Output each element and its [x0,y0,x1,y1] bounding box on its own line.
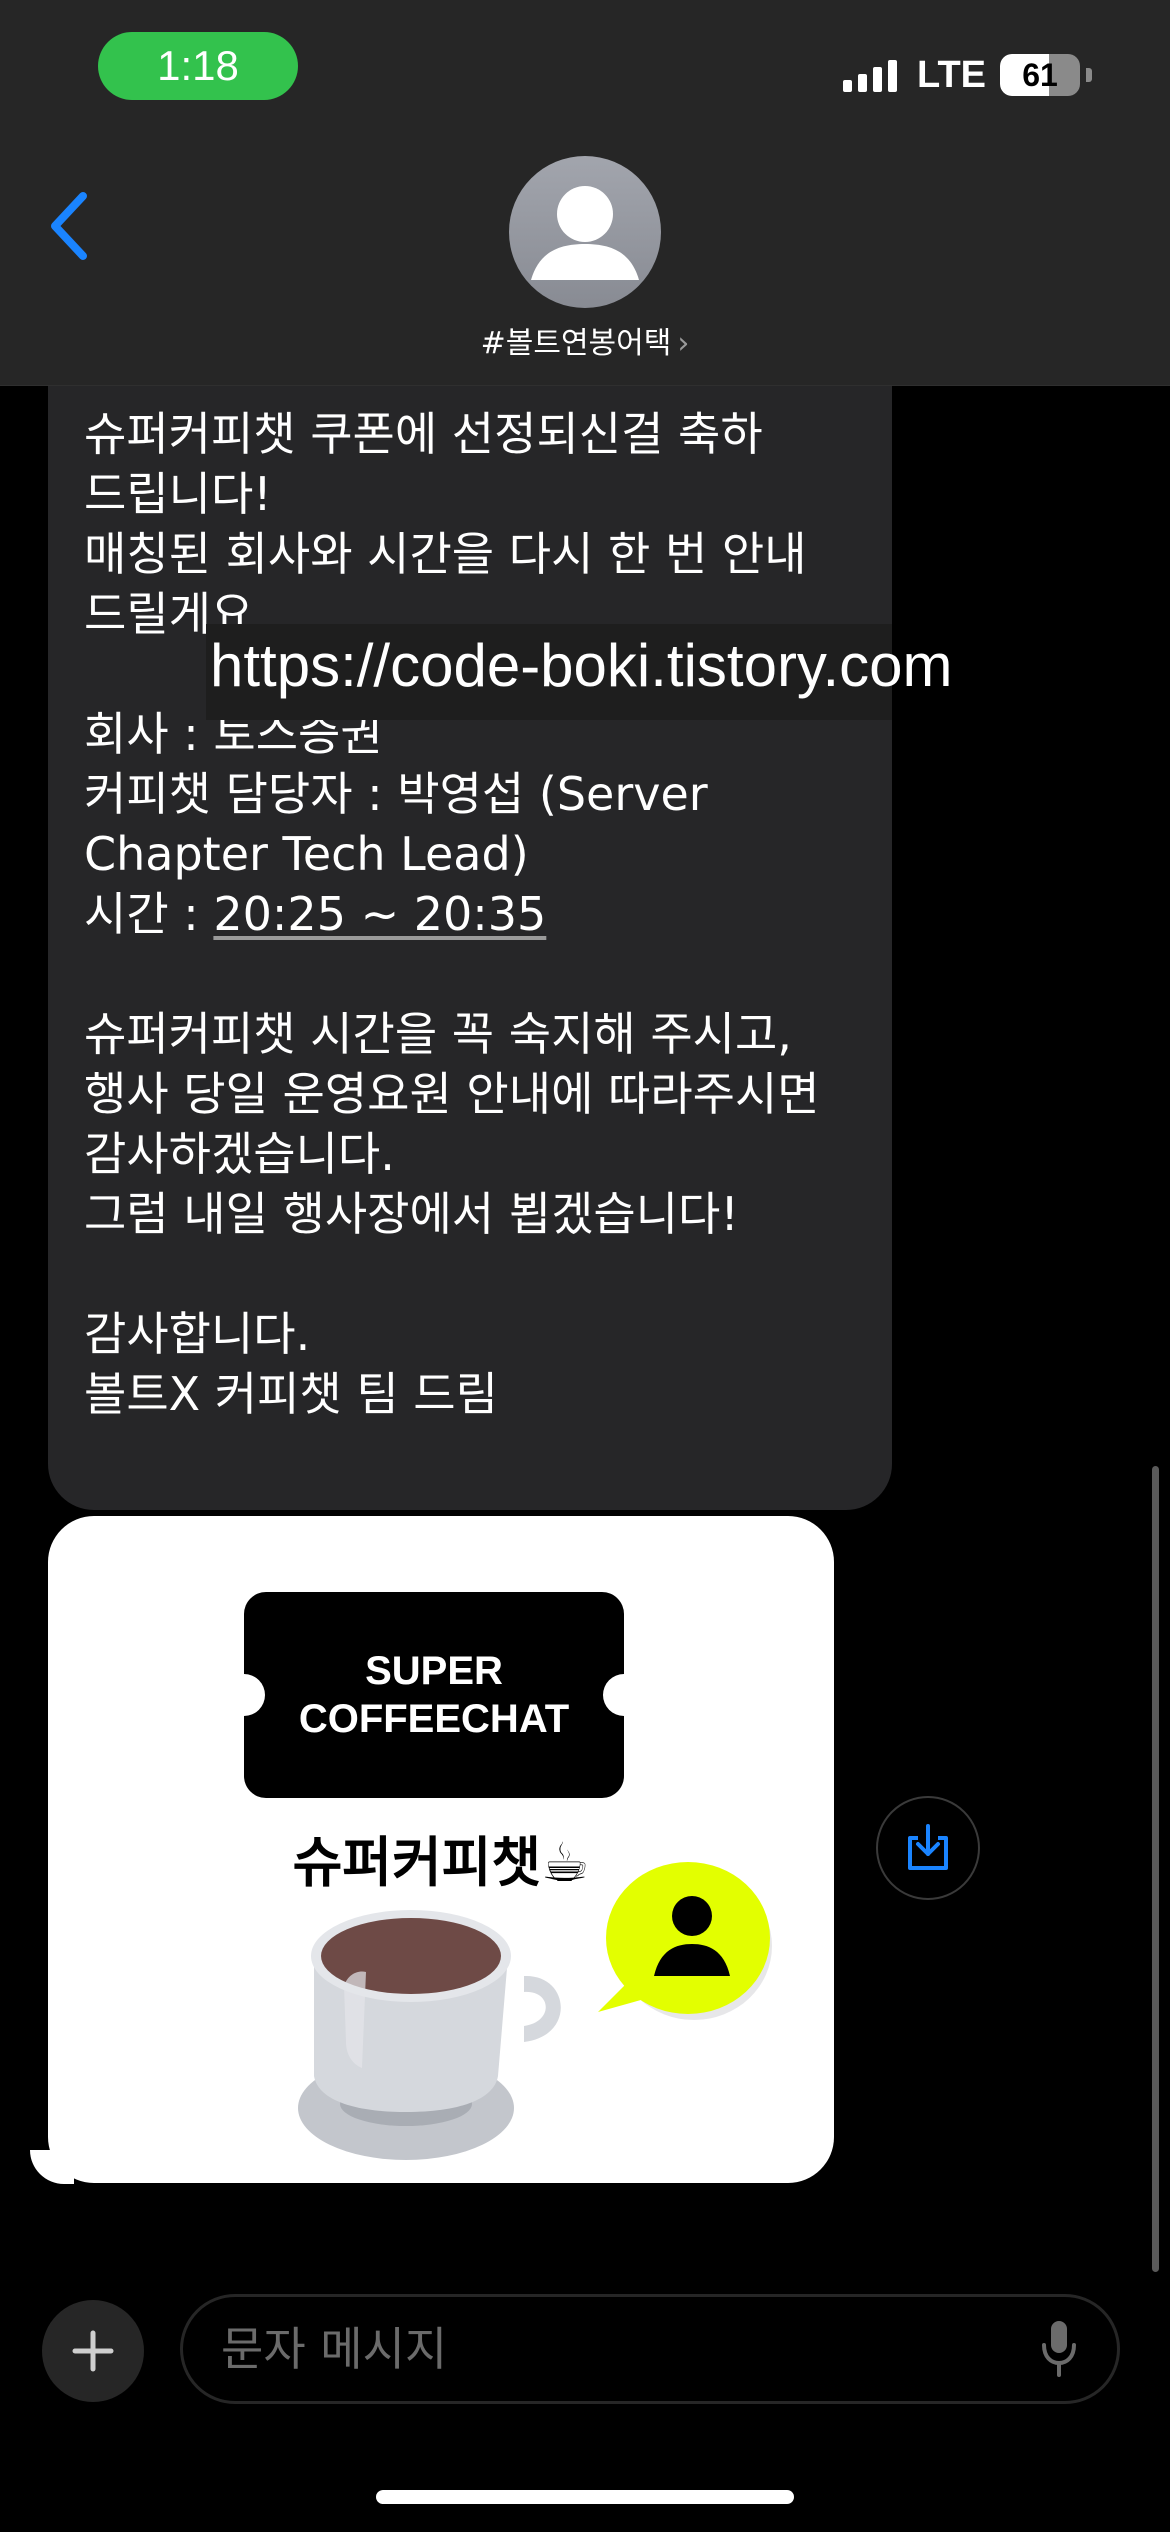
status-time: 1:18 [98,32,298,100]
time-value-link[interactable]: 20:25 ~ 20:35 [213,887,546,941]
message-line: 행사 당일 운영요원 안내에 따라주시면 [84,1067,820,1121]
plus-icon [72,2330,114,2372]
chevron-left-icon [51,192,87,260]
message-line: 그럼 내일 행사장에서 뵙겠습니다! [84,1187,739,1241]
message-line: 감사합니다. [84,1307,311,1361]
contact-name: #볼트연봉어택 [480,326,672,361]
message-line: 드립니다! [84,467,272,521]
image-attachment[interactable]: SUPER COFFEECHAT 슈퍼커피챗☕ [48,1516,834,2183]
conversation-header: 1:18 LTE 61 #볼트연봉어택 › [0,0,1170,386]
message-line: 슈퍼커피챗 시간을 꼭 숙지해 주시고, [84,1007,792,1061]
status-indicators: LTE 61 [843,50,1092,100]
battery-icon: 61 [1000,54,1080,96]
ticket-line-2: COFFEECHAT [298,1697,570,1741]
message-line: 감사하겠습니다. [84,1127,395,1181]
coffee-cup-illustration [298,1910,561,2160]
person-avatar-icon [531,186,639,280]
watermark-text: https://code-boki.tistory.com [210,632,953,699]
add-attachment-button[interactable] [42,2300,144,2402]
time-label: 시간 : [84,887,214,941]
message-time-line: 시간 : 20:25 ~ 20:35 [84,884,546,944]
person-speech-bubble-icon [598,1862,772,2020]
home-indicator[interactable] [376,2490,794,2504]
network-label: LTE [917,53,986,96]
message-input[interactable] [221,2297,1001,2401]
battery-percent: 61 [1022,56,1058,93]
back-button[interactable] [44,186,94,266]
save-button[interactable] [876,1796,980,1900]
cellular-signal-icon [843,58,898,92]
chevron-right-icon: › [677,326,690,361]
message-line: 슈퍼커피챗 쿠폰에 선정되신걸 축하 [84,407,763,461]
message-input-container [180,2294,1120,2404]
message-line: 볼트X 커피챗 팀 드림 [84,1367,498,1421]
save-download-icon [908,1824,948,1870]
microphone-icon[interactable] [1039,2319,1079,2379]
ticket-line-1: SUPER [365,1649,503,1693]
message-line: Chapter Tech Lead) [84,827,529,881]
message-line: 커피챗 담당자 : 박영섭 (Server [84,767,708,821]
contact-avatar[interactable] [509,156,661,308]
scrollbar[interactable] [1152,1466,1159,2272]
ticket-graphic: SUPER COFFEECHAT [223,1592,645,1798]
contact-name-button[interactable]: #볼트연봉어택 › [0,318,1170,362]
message-line: 매칭된 회사와 시간을 다시 한 번 안내 [84,527,807,581]
